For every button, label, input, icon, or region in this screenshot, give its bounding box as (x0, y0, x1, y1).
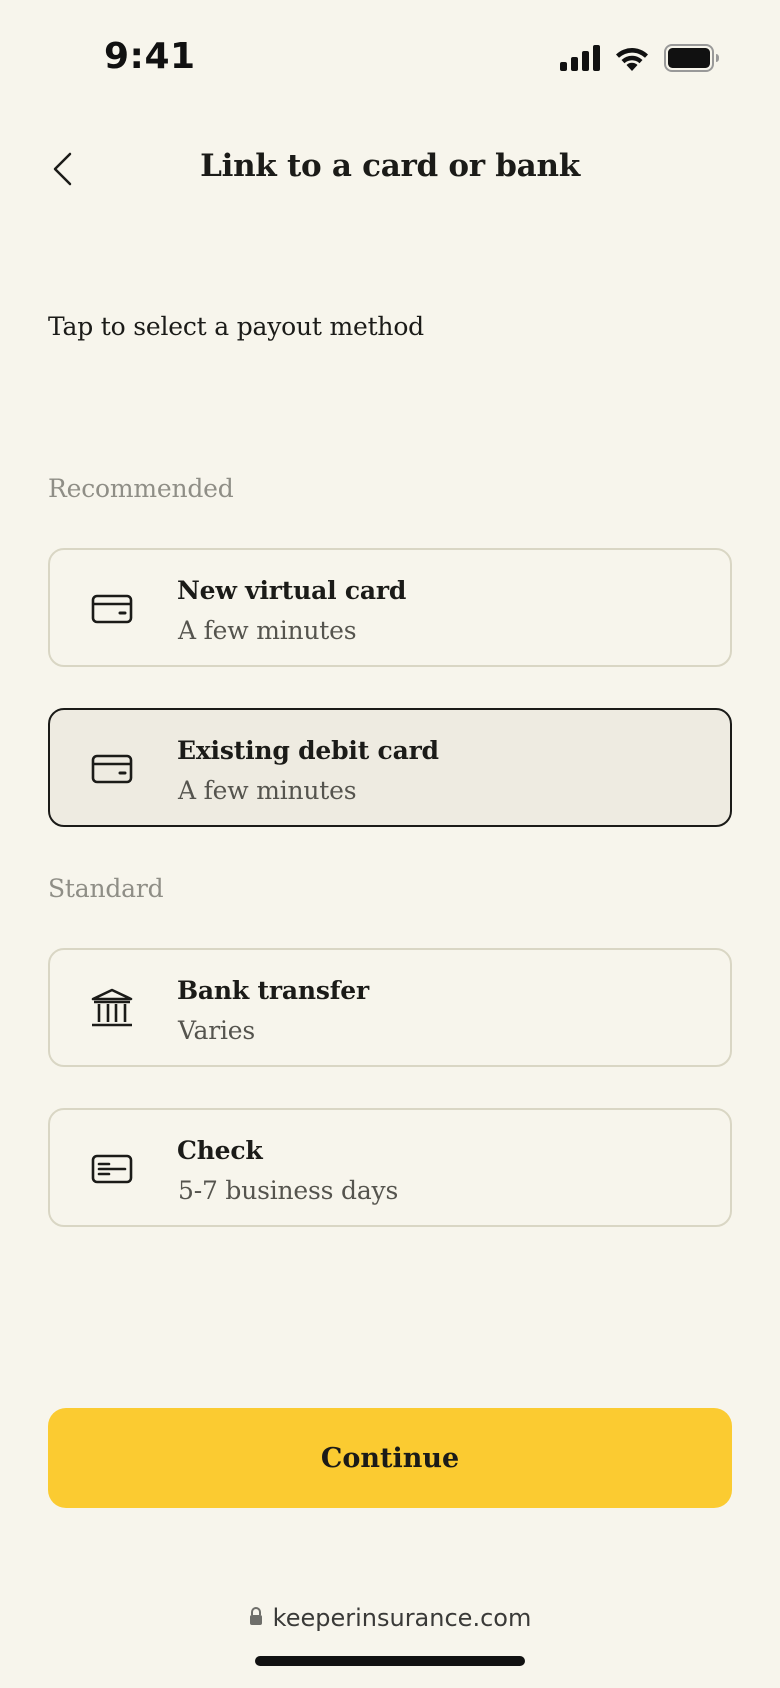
option-subtitle: Varies (178, 1016, 256, 1045)
option-new-virtual-card[interactable]: New virtual card A few minutes (48, 548, 732, 667)
check-icon (90, 1146, 134, 1190)
browser-url-bar[interactable]: keeperinsurance.com (0, 1604, 780, 1632)
home-indicator[interactable] (255, 1656, 525, 1666)
bank-icon (90, 986, 134, 1030)
option-existing-debit-card[interactable]: Existing debit card A few minutes (48, 708, 732, 827)
option-title: Existing debit card (177, 736, 439, 765)
section-label-recommended: Recommended (48, 474, 234, 503)
status-time: 9:41 (104, 36, 196, 77)
browser-url: keeperinsurance.com (272, 1604, 532, 1632)
status-icons (560, 44, 720, 76)
option-title: New virtual card (177, 576, 407, 605)
option-subtitle: A few minutes (178, 776, 357, 805)
card-icon (90, 586, 134, 630)
page-title: Link to a card or bank (200, 148, 580, 184)
lock-icon (249, 1604, 263, 1632)
wifi-icon (614, 45, 650, 75)
option-subtitle: 5-7 business days (178, 1176, 399, 1205)
option-bank-transfer[interactable]: Bank transfer Varies (48, 948, 732, 1067)
battery-icon (664, 44, 720, 76)
card-icon (90, 746, 134, 790)
cellular-signal-icon (560, 45, 600, 75)
option-subtitle: A few minutes (178, 616, 357, 645)
section-label-standard: Standard (48, 874, 164, 903)
status-bar: 9:41 (0, 0, 780, 110)
option-check[interactable]: Check 5-7 business days (48, 1108, 732, 1227)
continue-button[interactable]: Continue (48, 1408, 732, 1508)
option-title: Bank transfer (177, 976, 369, 1005)
option-title: Check (177, 1136, 263, 1165)
instruction-text: Tap to select a payout method (48, 312, 424, 341)
